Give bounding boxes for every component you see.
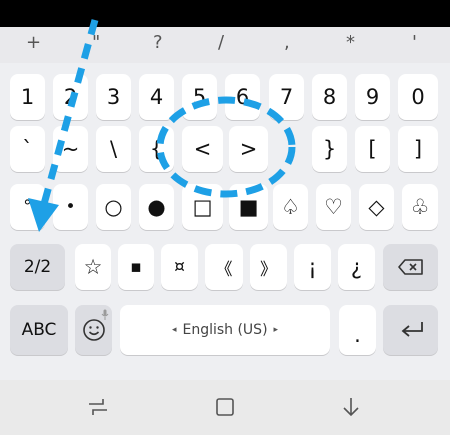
key-2[interactable]: 2	[53, 74, 88, 120]
key-small-square[interactable]: ▪	[118, 244, 154, 290]
emoji-icon	[82, 319, 105, 341]
key-period[interactable]: .	[339, 305, 376, 355]
key-backtick[interactable]: `	[10, 126, 45, 172]
key-5[interactable]: 5	[182, 74, 217, 120]
key-white-square[interactable]: □	[182, 184, 223, 230]
suggestion-comma[interactable]: ,	[284, 32, 290, 53]
keyboard-screen: + " ? / , * ' 1 2 3 4 5 6 7 8 9 0 ` ~ \ …	[0, 0, 450, 435]
key-right-double-angle[interactable]: 》	[250, 244, 287, 290]
key-9[interactable]: 9	[355, 74, 390, 120]
back-icon	[343, 398, 359, 417]
suggestion-slash[interactable]: /	[218, 32, 224, 53]
abc-button[interactable]: ABC	[10, 305, 68, 355]
suggestion-asterisk[interactable]: *	[346, 32, 355, 53]
suggestion-apostrophe[interactable]: '	[412, 32, 417, 53]
home-icon	[216, 398, 234, 416]
key-4[interactable]: 4	[139, 74, 174, 120]
enter-icon	[401, 322, 423, 337]
key-black-circle[interactable]: ●	[139, 184, 174, 230]
key-white-club[interactable]: ♧	[402, 184, 438, 230]
key-tilde[interactable]: ~	[53, 126, 88, 172]
spacebar-label: ◂ English (US) ▸	[172, 322, 278, 338]
key-currency[interactable]: ¤	[161, 244, 198, 290]
key-right-bracket[interactable]: ]	[398, 126, 438, 172]
language-name: English (US)	[182, 322, 268, 338]
status-bar	[0, 0, 450, 27]
key-black-square[interactable]: ■	[229, 184, 268, 230]
emoji-button[interactable]	[75, 305, 112, 355]
recent-apps-icon	[89, 399, 107, 415]
key-left-brace[interactable]: {	[139, 126, 174, 172]
key-degree[interactable]: °	[10, 184, 45, 230]
key-3[interactable]: 3	[96, 74, 131, 120]
key-bullet[interactable]: •	[53, 184, 88, 230]
language-right-arrow-icon: ▸	[273, 325, 279, 335]
key-backslash[interactable]: \	[96, 126, 131, 172]
key-inverted-exclamation[interactable]: ¡	[294, 244, 331, 290]
key-6[interactable]: 6	[225, 74, 260, 120]
key-8[interactable]: 8	[312, 74, 347, 120]
language-left-arrow-icon: ◂	[171, 325, 177, 335]
key-white-spade[interactable]: ♤	[273, 184, 308, 230]
key-inverted-question[interactable]: ¿	[338, 244, 375, 290]
back-button[interactable]	[338, 394, 364, 420]
key-1[interactable]: 1	[10, 74, 45, 120]
key-right-brace[interactable]: }	[312, 126, 347, 172]
home-button[interactable]	[212, 394, 238, 420]
suggestion-plus[interactable]: +	[26, 32, 41, 53]
key-left-bracket[interactable]: [	[355, 126, 390, 172]
key-white-circle[interactable]: ○	[96, 184, 131, 230]
key-0[interactable]: 0	[398, 74, 438, 120]
recent-apps-button[interactable]	[85, 394, 111, 420]
keyboard: 1 2 3 4 5 6 7 8 9 0 ` ~ \ { < > } [ ] ° …	[0, 63, 450, 380]
key-white-heart[interactable]: ♡	[316, 184, 351, 230]
suggestion-quote[interactable]: "	[92, 32, 100, 53]
navigation-bar	[0, 380, 450, 435]
key-white-diamond[interactable]: ◇	[359, 184, 394, 230]
suggestion-question[interactable]: ?	[153, 32, 163, 53]
mic-icon	[101, 309, 109, 320]
backspace-icon	[397, 259, 423, 275]
key-greater-than[interactable]: >	[229, 126, 268, 172]
enter-button[interactable]	[383, 305, 438, 355]
suggestion-bar: + " ? / , * '	[0, 27, 450, 64]
key-7[interactable]: 7	[269, 74, 304, 120]
key-less-than[interactable]: <	[182, 126, 223, 172]
spacebar[interactable]: ◂ English (US) ▸	[120, 305, 330, 355]
key-white-star[interactable]: ☆	[75, 244, 111, 290]
page-toggle-button[interactable]: 2/2	[10, 244, 65, 290]
backspace-button[interactable]	[383, 244, 438, 290]
key-left-double-angle[interactable]: 《	[205, 244, 243, 290]
